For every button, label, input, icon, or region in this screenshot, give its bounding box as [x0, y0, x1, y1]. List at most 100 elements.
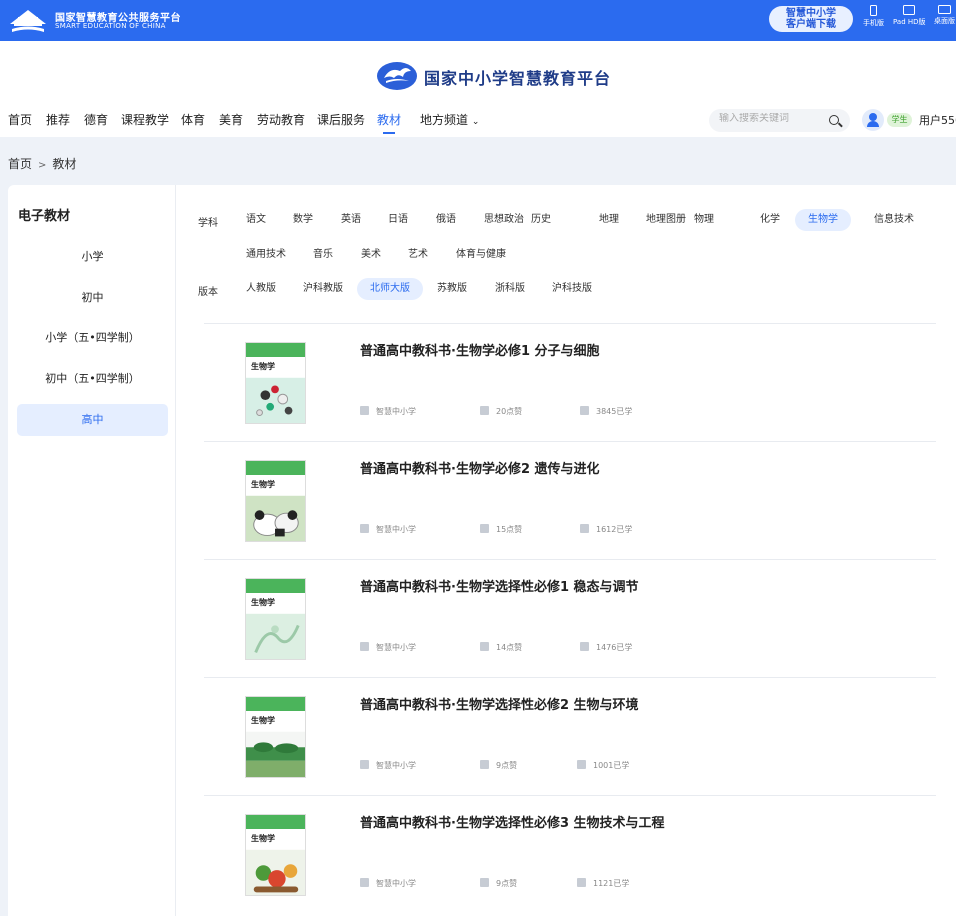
sidebar-title: 电子教材 — [18, 209, 71, 224]
subject-chip[interactable]: 艺术 — [404, 244, 432, 266]
search-input[interactable] — [719, 113, 819, 124]
subject-chip[interactable]: 美术 — [357, 244, 385, 266]
thumbs-up-icon — [480, 760, 489, 769]
book-title[interactable]: 普通高中教科书·生物学必修1 分子与细胞 — [360, 340, 600, 359]
nav-recommend[interactable]: 推荐 — [46, 111, 70, 128]
book-likes: 15点赞 — [480, 524, 522, 535]
version-chip[interactable]: 浙科版 — [491, 278, 529, 300]
book-source: 智慧中小学 — [360, 524, 416, 535]
subject-label: 学科 — [198, 218, 218, 229]
username[interactable]: 用户556 — [919, 112, 956, 128]
site-logo-icon[interactable] — [376, 57, 418, 91]
sidebar-item-primary-54[interactable]: 小学（五•四学制） — [17, 322, 168, 354]
book-icon — [577, 878, 586, 887]
avatar[interactable] — [862, 109, 884, 131]
panda-illustration-icon — [246, 495, 305, 541]
book-cover[interactable]: 生物学 — [245, 578, 306, 660]
subject-chip[interactable]: 通用技术 — [242, 244, 290, 266]
subject-chip[interactable]: 数学 — [289, 209, 317, 231]
sidebar-item-junior[interactable]: 初中 — [17, 282, 168, 314]
likes-text: 9点赞 — [496, 879, 518, 888]
document-icon — [360, 642, 369, 651]
studied-text: 1121已学 — [593, 879, 630, 888]
subject-chip[interactable]: 语文 — [242, 209, 270, 231]
subject-chip[interactable]: 思想政治 — [480, 209, 528, 231]
cover-title: 生物学 — [251, 480, 275, 489]
book-item[interactable]: 生物学 普通高中教科书·生物学选择性必修1 稳态与调节 智慧中小学 14点赞 1… — [204, 559, 936, 677]
subject-chip[interactable]: 英语 — [337, 209, 365, 231]
brand-name-en: SMART EDUCATION OF CHINA — [55, 22, 166, 30]
version-chip-active[interactable]: 北师大版 — [357, 278, 423, 300]
book-item[interactable]: 生物学 普通高中教科书·生物学选择性必修2 生物与环境 智慧中小学 9点赞 10… — [204, 677, 936, 795]
book-item[interactable]: 生物学 普通高中教科书·生物学必修1 分子与细胞 智慧中小学 20点赞 3845… — [204, 323, 936, 441]
landscape-illustration-icon — [246, 731, 305, 777]
subject-chip[interactable]: 信息技术 — [870, 209, 918, 231]
subject-chip[interactable]: 俄语 — [432, 209, 460, 231]
document-icon — [360, 878, 369, 887]
nav-after-school[interactable]: 课后服务 — [317, 111, 365, 128]
likes-text: 15点赞 — [496, 525, 523, 534]
nav-local-label: 地方频道 — [420, 113, 469, 127]
search-box — [709, 109, 850, 132]
nav-pe[interactable]: 体育 — [181, 111, 205, 128]
version-chip[interactable]: 苏教版 — [433, 278, 471, 300]
sidebar-item-junior-54[interactable]: 初中（五•四学制） — [17, 363, 168, 395]
book-cover[interactable]: 生物学 — [245, 696, 306, 778]
top-bar: 国家智慧教育公共服务平台 SMART EDUCATION OF CHINA 智慧… — [0, 0, 956, 41]
likes-text: 9点赞 — [496, 761, 518, 770]
platform-logo-icon[interactable] — [8, 4, 48, 34]
sidebar-item-senior[interactable]: 高中 — [17, 404, 168, 436]
device-pad[interactable]: Pad HD版 — [893, 5, 926, 27]
book-cover[interactable]: 生物学 — [245, 460, 306, 542]
search-icon[interactable] — [829, 115, 839, 125]
nav-local-channel[interactable]: 地方频道 ⌄ — [420, 111, 479, 128]
subject-chip[interactable]: 化学 — [756, 209, 784, 231]
nav-moral[interactable]: 德育 — [84, 111, 108, 128]
sidebar: 电子教材 小学 初中 小学（五•四学制） 初中（五•四学制） 高中 — [8, 185, 176, 916]
subject-chip[interactable]: 音乐 — [309, 244, 337, 266]
book-title[interactable]: 普通高中教科书·生物学选择性必修3 生物技术与工程 — [360, 812, 665, 831]
nav-home[interactable]: 首页 — [8, 111, 32, 128]
likes-text: 20点赞 — [496, 407, 523, 416]
book-title[interactable]: 普通高中教科书·生物学必修2 遗传与进化 — [360, 458, 600, 477]
breadcrumb-home[interactable]: 首页 — [8, 157, 32, 171]
device-label: Pad HD版 — [893, 18, 926, 26]
book-item[interactable]: 生物学 普通高中教科书·生物学必修2 遗传与进化 智慧中小学 15点赞 1612… — [204, 441, 936, 559]
cover-title: 生物学 — [251, 834, 275, 843]
book-item[interactable]: 生物学 普通高中教科书·生物学选择性必修3 生物技术与工程 智慧中小学 9点赞 … — [204, 795, 936, 913]
subject-chip[interactable]: 日语 — [384, 209, 412, 231]
version-chip[interactable]: 人教版 — [242, 278, 280, 300]
nav-textbooks[interactable]: 教材 — [377, 111, 401, 134]
download-line1: 智慧中小学 — [786, 8, 836, 19]
document-icon — [360, 406, 369, 415]
subject-chip[interactable]: 物理 — [690, 209, 718, 231]
book-studied: 1476已学 — [580, 642, 632, 653]
version-chip[interactable]: 沪科技版 — [548, 278, 596, 300]
subject-chip[interactable]: 地理 — [595, 209, 623, 231]
book-source: 智慧中小学 — [360, 406, 416, 417]
vegetables-illustration-icon — [246, 849, 305, 895]
device-phone[interactable]: 手机版 — [863, 5, 884, 28]
cover-title: 生物学 — [251, 362, 275, 371]
book-icon — [580, 406, 589, 415]
book-icon — [580, 524, 589, 533]
book-cover[interactable]: 生物学 — [245, 814, 306, 896]
book-likes: 9点赞 — [480, 760, 517, 771]
nav-aesthetic[interactable]: 美育 — [219, 111, 243, 128]
book-source: 智慧中小学 — [360, 642, 416, 653]
nav-labor[interactable]: 劳动教育 — [257, 111, 305, 128]
book-title[interactable]: 普通高中教科书·生物学选择性必修1 稳态与调节 — [360, 576, 639, 595]
client-download-button[interactable]: 智慧中小学 客户端下载 — [769, 6, 853, 32]
subject-chip[interactable]: 地理图册 — [642, 209, 690, 231]
book-title[interactable]: 普通高中教科书·生物学选择性必修2 生物与环境 — [360, 694, 639, 713]
version-chip[interactable]: 沪科教版 — [299, 278, 347, 300]
subject-chip-active[interactable]: 生物学 — [795, 209, 851, 231]
device-desktop[interactable]: 桌面版 — [934, 5, 955, 26]
sidebar-item-primary[interactable]: 小学 — [17, 241, 168, 273]
cover-title: 生物学 — [251, 716, 275, 725]
subject-chip[interactable]: 历史 — [527, 209, 555, 231]
book-icon — [580, 642, 589, 651]
nav-courses[interactable]: 课程教学 — [121, 111, 169, 128]
subject-chip[interactable]: 体育与健康 — [452, 244, 510, 266]
book-cover[interactable]: 生物学 — [245, 342, 306, 424]
